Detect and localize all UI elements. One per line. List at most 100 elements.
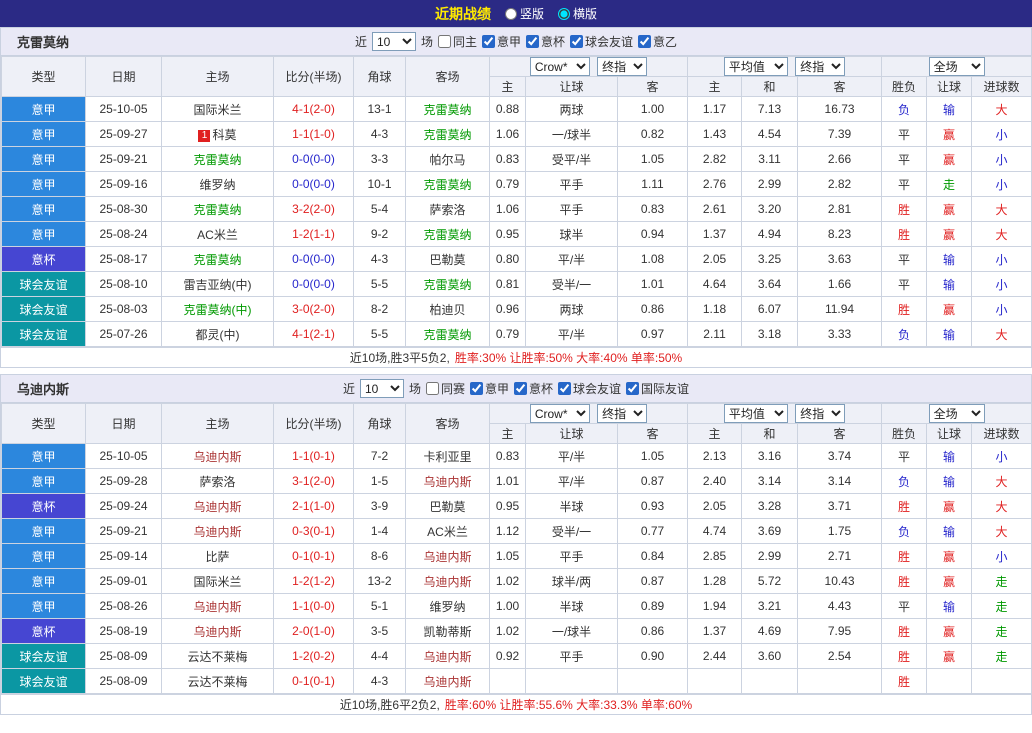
checkbox-input[interactable]	[425, 382, 439, 395]
horizontal-radio-input[interactable]	[558, 7, 570, 20]
score-cell[interactable]: 3-2(2-0)	[273, 196, 354, 222]
home-team[interactable]: 乌迪内斯	[161, 593, 274, 619]
checkbox-input[interactable]	[437, 35, 451, 48]
home-team[interactable]: 1 科莫	[161, 121, 274, 147]
home-team[interactable]: 都灵(中)	[161, 321, 274, 347]
filter-checkbox-意杯[interactable]: 意杯	[526, 33, 565, 50]
competition-type: 意杯	[1, 618, 86, 644]
away-team[interactable]: 巴勒莫	[405, 493, 490, 519]
avg-stage-select[interactable]: 终指	[795, 404, 846, 423]
home-team[interactable]: AC米兰	[161, 221, 274, 247]
score-cell[interactable]: 3-1(2-0)	[273, 468, 354, 494]
home-team[interactable]: 雷吉亚纳(中)	[161, 271, 274, 297]
score-cell[interactable]: 0-3(0-1)	[273, 518, 354, 544]
vertical-radio-input[interactable]	[504, 7, 517, 20]
checkbox-input[interactable]	[469, 382, 483, 395]
filter-checkbox-球会友谊[interactable]: 球会友谊	[558, 380, 621, 397]
score-cell[interactable]: 0-0(0-0)	[273, 146, 354, 172]
away-team[interactable]: 帕尔马	[405, 146, 490, 172]
filter-checkbox-意甲[interactable]: 意甲	[481, 33, 521, 50]
recent-count-select[interactable]: 10	[359, 379, 404, 398]
checkbox-input[interactable]	[526, 35, 539, 48]
away-team[interactable]: 乌迪内斯	[405, 543, 490, 569]
filter-checkbox-同赛[interactable]: 同赛	[425, 380, 465, 397]
away-team[interactable]: 维罗纳	[405, 593, 490, 619]
score-cell[interactable]: 4-1(2-1)	[273, 321, 354, 347]
filter-checkbox-国际友谊[interactable]: 国际友谊	[626, 380, 689, 397]
score-cell[interactable]: 1-1(0-0)	[273, 593, 354, 619]
average-select[interactable]: 平均值	[723, 57, 788, 76]
home-team[interactable]: 国际米兰	[161, 96, 274, 122]
score-cell[interactable]: 0-0(0-0)	[273, 246, 354, 272]
score-cell[interactable]: 0-0(0-0)	[273, 171, 354, 197]
bookmaker-select[interactable]: Crow*	[529, 404, 590, 423]
score-cell[interactable]: 2-1(1-0)	[273, 493, 354, 519]
checkbox-input[interactable]	[558, 382, 572, 395]
home-team[interactable]: 克雷莫纳	[161, 196, 274, 222]
home-team[interactable]: 乌迪内斯	[161, 493, 274, 519]
result-handicap: 赢	[926, 196, 973, 222]
score-cell[interactable]: 0-1(0-1)	[273, 668, 354, 694]
away-team[interactable]: 克雷莫纳	[405, 96, 490, 122]
home-team[interactable]: 国际米兰	[161, 568, 274, 594]
away-team[interactable]: 克雷莫纳	[405, 121, 490, 147]
filter-checkbox-意杯[interactable]: 意杯	[514, 380, 553, 397]
away-team[interactable]: 克雷莫纳	[405, 321, 490, 347]
away-team[interactable]: 乌迪内斯	[405, 468, 490, 494]
odds-stage-select[interactable]: 终指	[597, 57, 648, 76]
bookmaker-select[interactable]: Crow*	[529, 57, 590, 76]
away-team[interactable]: 卡利亚里	[405, 443, 490, 469]
scope-select[interactable]: 全场	[928, 57, 985, 76]
away-team[interactable]: 巴勒莫	[405, 246, 490, 272]
away-team[interactable]: 柏迪贝	[405, 296, 490, 322]
away-team[interactable]: 克雷莫纳	[405, 171, 490, 197]
away-team[interactable]: 克雷莫纳	[405, 221, 490, 247]
home-team-name: 乌迪内斯	[193, 524, 242, 539]
home-team[interactable]: 云达不莱梅	[161, 668, 274, 694]
away-team[interactable]: 乌迪内斯	[405, 668, 490, 694]
filter-checkbox-意乙[interactable]: 意乙	[638, 33, 677, 50]
scope-select[interactable]: 全场	[928, 404, 985, 423]
home-team[interactable]: 比萨	[161, 543, 274, 569]
home-team[interactable]: 克雷莫纳	[161, 246, 274, 272]
score-cell[interactable]: 1-1(1-0)	[273, 121, 354, 147]
away-team[interactable]: 凯勒蒂斯	[405, 618, 490, 644]
away-team[interactable]: 乌迪内斯	[405, 568, 490, 594]
score-cell[interactable]: 1-2(1-2)	[273, 568, 354, 594]
home-team[interactable]: 克雷莫纳	[161, 146, 274, 172]
home-team[interactable]: 克雷莫纳(中)	[161, 296, 274, 322]
away-team[interactable]: 萨索洛	[405, 196, 490, 222]
score-cell[interactable]: 1-1(0-1)	[273, 443, 354, 469]
filter-checkbox-意甲[interactable]: 意甲	[469, 380, 509, 397]
away-team[interactable]: 乌迪内斯	[405, 643, 490, 669]
score-cell[interactable]: 3-0(2-0)	[273, 296, 354, 322]
layout-radio-vertical[interactable]: 竖版	[504, 5, 544, 22]
home-team[interactable]: 维罗纳	[161, 171, 274, 197]
home-team[interactable]: 乌迪内斯	[161, 518, 274, 544]
home-team[interactable]: 乌迪内斯	[161, 443, 274, 469]
score-cell[interactable]: 1-2(0-2)	[273, 643, 354, 669]
score-cell[interactable]: 4-1(2-0)	[273, 96, 354, 122]
score-cell[interactable]: 0-1(0-1)	[273, 543, 354, 569]
checkbox-input[interactable]	[514, 382, 527, 395]
odds-stage-select[interactable]: 终指	[597, 404, 648, 423]
home-team[interactable]: 萨索洛	[161, 468, 274, 494]
layout-radio-horizontal[interactable]: 横版	[558, 5, 597, 22]
score-cell[interactable]: 2-0(1-0)	[273, 618, 354, 644]
checkbox-input[interactable]	[626, 382, 640, 395]
recent-count-select[interactable]: 10	[371, 32, 416, 51]
score-cell[interactable]: 0-0(0-0)	[273, 271, 354, 297]
home-team[interactable]: 乌迪内斯	[161, 618, 274, 644]
checkbox-input[interactable]	[481, 35, 495, 48]
checkbox-input[interactable]	[638, 35, 652, 48]
home-team-name: 国际米兰	[193, 102, 242, 117]
away-team[interactable]: AC米兰	[405, 518, 490, 544]
home-team[interactable]: 云达不莱梅	[161, 643, 274, 669]
filter-checkbox-同主[interactable]: 同主	[437, 33, 477, 50]
checkbox-input[interactable]	[570, 35, 584, 48]
average-select[interactable]: 平均值	[723, 404, 788, 423]
away-team[interactable]: 克雷莫纳	[405, 271, 490, 297]
score-cell[interactable]: 1-2(1-1)	[273, 221, 354, 247]
filter-checkbox-球会友谊[interactable]: 球会友谊	[570, 33, 633, 50]
avg-stage-select[interactable]: 终指	[795, 57, 846, 76]
